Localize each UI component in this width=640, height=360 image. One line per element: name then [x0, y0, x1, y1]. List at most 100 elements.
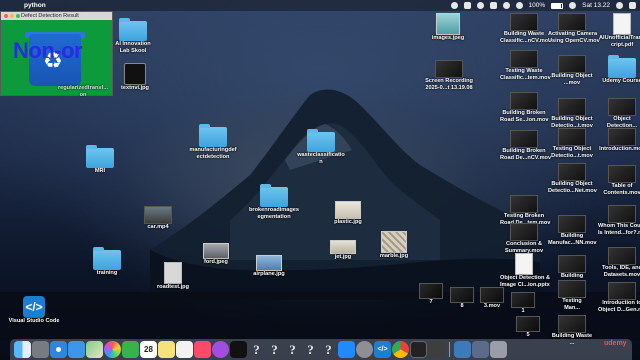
icon-label: Road Se...ion.mov [500, 117, 549, 123]
unknown-app-icon[interactable]: ? [248, 341, 265, 358]
window-titlebar[interactable]: Defect Detection Result [1, 12, 112, 20]
desktop-file-airplane-jpg[interactable]: airplane.jpg [248, 255, 290, 278]
desktop-app-vscode[interactable]: </> Visual Studio Code [6, 296, 62, 325]
video-thumbnail [510, 92, 538, 110]
unknown-app-icon[interactable]: ? [284, 341, 301, 358]
podcasts-icon[interactable] [212, 341, 229, 358]
desktop-file-course[interactable]: Conclusion & Summary.mov [500, 223, 548, 255]
desktop-file-course[interactable]: Object Detection... [598, 98, 640, 130]
desktop-file-course[interactable]: Building Broken Road De...nCV.mov [500, 130, 551, 162]
play-icon[interactable] [476, 2, 484, 9]
reminders-icon[interactable] [176, 341, 193, 358]
settings-icon[interactable] [356, 341, 373, 358]
desktop-file-course[interactable]: Building Object Detectio...Net.mov [548, 163, 597, 195]
desktop-file-course[interactable]: Activating Camera Using OpenCV.mov [548, 13, 600, 45]
search-icon[interactable] [616, 2, 623, 9]
desktop-file-course[interactable]: Introduction.mov [598, 128, 640, 153]
document-thumbnail [515, 253, 533, 275]
minimize-button[interactable] [10, 14, 14, 18]
vscode-icon[interactable]: </> [374, 341, 391, 358]
clock[interactable]: Sat 13.22 [582, 0, 610, 11]
launchpad-icon[interactable] [32, 341, 49, 358]
desktop-file-plastic-jpg[interactable]: plastic.jpg [330, 201, 366, 226]
desktop-file-textnvi[interactable]: textnvi.jpg [112, 63, 158, 92]
battery-icon[interactable] [551, 2, 564, 9]
desktop-file-jet-jpg[interactable]: jet.jpg [326, 240, 360, 261]
notes-icon[interactable] [158, 341, 175, 358]
image-thumbnail [164, 262, 182, 284]
volume-icon[interactable] [515, 2, 523, 9]
image-thumbnail [381, 231, 407, 253]
desktop-file-car-mp4[interactable]: car.mp4 [140, 206, 176, 231]
wifi-icon[interactable] [502, 2, 510, 9]
unknown-app-icon[interactable]: ? [266, 341, 283, 358]
facetime-icon[interactable] [122, 341, 139, 358]
desktop-file-course[interactable]: Testing Object Detectio...t.mov [548, 128, 596, 160]
desktop-file-course[interactable]: Testing Man... [548, 280, 596, 312]
desktop-file-course[interactable]: Whom This CourseIs Intend...for?.mov [598, 205, 640, 237]
desktop-file-video[interactable]: 1 [508, 292, 538, 315]
desktop-file-course[interactable]: Table of Contents.mov [598, 165, 640, 197]
cloud-icon[interactable] [489, 2, 497, 9]
finder-icon[interactable] [14, 341, 31, 358]
desktop-file-course[interactable]: Building Object Detectio...t.mov [548, 98, 596, 130]
screenshot-icon[interactable] [428, 341, 445, 358]
calendar-icon[interactable]: 28 [140, 341, 157, 358]
trash-icon[interactable] [490, 341, 507, 358]
unknown-app-icon[interactable]: ? [302, 341, 319, 358]
mail-icon[interactable] [68, 341, 85, 358]
desktop-file-course[interactable]: Object Detection & Image Cl...ion.pptx [500, 253, 550, 289]
desktop-folder-mri[interactable]: MRI [80, 145, 120, 175]
desktop-folder-training[interactable]: training [87, 247, 127, 277]
zoom-button[interactable] [16, 14, 20, 18]
desktop-file-course[interactable]: Building Broken Road Se...ion.mov [500, 92, 549, 124]
desktop-file-course[interactable]: Introduction toObject D...Gen.mov [598, 282, 640, 314]
desktop-file-course[interactable]: Building Waste Classific...nCV.mov [500, 13, 551, 45]
desktop-folder-manufacturing[interactable]: manufacturingdef ectdetection [183, 124, 243, 161]
desktop-file-course[interactable]: Building Manufac...NN.mov [548, 215, 597, 247]
desktop-file-course[interactable]: Building Object ...mov [548, 55, 596, 87]
desktop-file-video[interactable]: 3.mov [477, 287, 507, 310]
icon-label: Testing [562, 298, 582, 304]
downloads-folder-icon[interactable] [472, 341, 489, 358]
close-button[interactable] [4, 14, 8, 18]
safari-icon[interactable] [50, 341, 67, 358]
desktop-file-video[interactable]: 7 [416, 283, 446, 306]
desktop-file-course[interactable]: Testing Waste Classific...tem.mov [500, 50, 551, 82]
desktop-file-ford-jpeg[interactable]: ford.jpeg [198, 243, 234, 266]
maps-icon[interactable] [86, 341, 103, 358]
tv-icon[interactable] [230, 341, 247, 358]
icon-label: Testing Broken [503, 213, 545, 219]
photos-icon[interactable] [104, 341, 121, 358]
desktop-file-video[interactable]: 5 [513, 316, 543, 339]
image-thumbnail [203, 243, 229, 259]
unknown-app-icon[interactable]: ? [320, 341, 337, 358]
python-icon[interactable] [454, 341, 471, 358]
defect-detection-window[interactable]: Defect Detection Result ♻ Non-or [0, 11, 113, 96]
desktop-file-video[interactable]: 8 [447, 287, 477, 310]
appstore-icon[interactable] [338, 341, 355, 358]
folder-icon [119, 18, 147, 41]
music-icon[interactable] [194, 341, 211, 358]
desktop-folder-brokenroad[interactable]: brokenroadimages egmentation [244, 184, 304, 221]
desktop-file-marble-jpg[interactable]: marble.jpg [375, 231, 413, 260]
desktop-item-regularized[interactable]: regularizedtransf... on [55, 85, 111, 99]
desktop-folder-wasteclassification[interactable]: wasteclassificatio n [290, 129, 352, 166]
display-icon[interactable] [463, 2, 471, 9]
chrome-icon[interactable] [392, 341, 409, 358]
keyboard-icon[interactable] [569, 2, 577, 9]
terminal-icon[interactable] [410, 341, 427, 358]
icon-label: Building Broken [502, 148, 546, 154]
screen-record-icon[interactable] [450, 2, 458, 9]
desktop-file-roadtest-jpg[interactable]: roadtest.jpg [152, 262, 194, 291]
desktop-file-course[interactable]: Tools, IDE, and Datasets.mov [598, 247, 640, 279]
desktop-folder-ai-innovation[interactable]: AI Innovation Lab Skool [110, 18, 156, 55]
desktop-file-course[interactable]: Udemy Course [598, 55, 640, 85]
desktop-file-images-jpeg[interactable]: images.jpeg [427, 13, 469, 42]
app-menu-python[interactable]: python [24, 0, 46, 11]
desktop-file-course[interactable]: AIUnofficialTranscript.pdf [598, 13, 640, 49]
control-center-icon[interactable] [629, 2, 636, 9]
icon-label: Testing Waste [505, 68, 543, 74]
video-thumbnail [608, 247, 636, 265]
desktop-file-screen-recording[interactable]: Screen Recording 2025-0...t 13.19.08 [420, 60, 478, 92]
